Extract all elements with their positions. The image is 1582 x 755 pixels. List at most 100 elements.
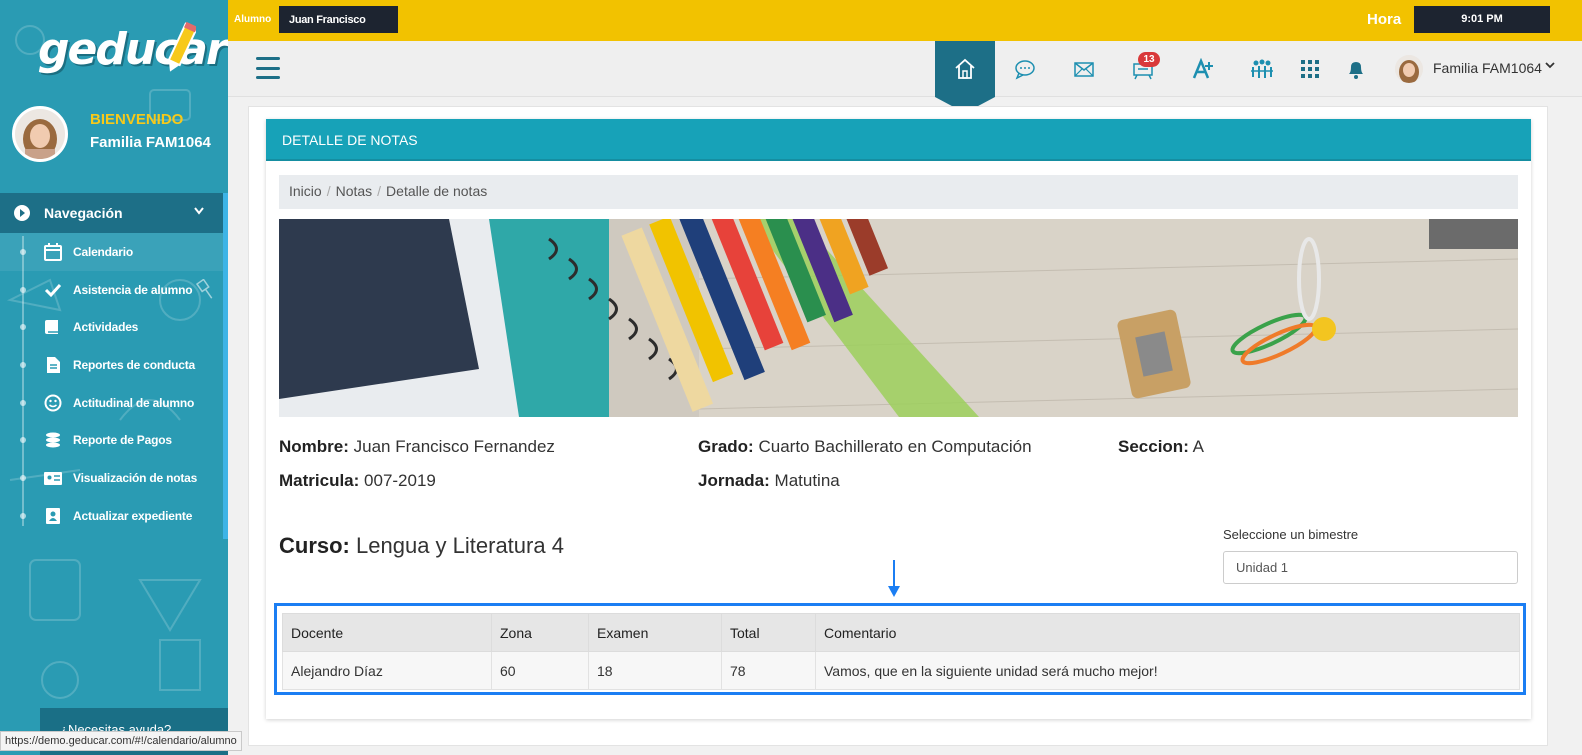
navigation-toggle[interactable]: Navegación	[0, 193, 223, 233]
address-book-icon	[44, 507, 62, 525]
nav-dot	[20, 361, 26, 368]
col-zona: Zona	[491, 613, 589, 652]
chevron-down-icon[interactable]	[1545, 60, 1555, 73]
cell-docente: Alejandro Díaz	[282, 651, 492, 690]
nav-dot	[20, 324, 26, 331]
cell-examen: 18	[588, 651, 722, 690]
header-bar: 13 Familia FAM1064	[228, 41, 1582, 113]
breadcrumb: Inicio / Notas / Detalle de notas	[279, 175, 1518, 209]
grade-a-plus-icon[interactable]	[1191, 57, 1215, 81]
sidebar-item-label: Calendario	[73, 244, 134, 259]
enrollment-value: 007-2019	[364, 471, 436, 490]
nav-list: Calendario Asistencia de alumno Activida…	[0, 233, 223, 535]
sidebar-item-label: Reportes de conducta	[73, 357, 196, 372]
sidebar-item-label: Asistencia de alumno	[73, 282, 193, 297]
browser-status-url: https://demo.geducar.com/#!/calendario/a…	[0, 731, 242, 751]
breadcrumb-current: Detalle de notas	[386, 183, 488, 199]
bell-icon[interactable]	[1344, 57, 1368, 81]
name-value: Juan Francisco Fernandez	[353, 437, 555, 456]
course-title: Curso: Lengua y Literatura 4	[279, 533, 564, 559]
sidebar-item-reporte-pagos[interactable]: Reporte de Pagos	[0, 421, 223, 459]
profile-avatar[interactable]	[12, 106, 68, 162]
section-value: A	[1192, 437, 1204, 456]
family-name: Familia FAM1064	[90, 134, 211, 151]
nav-dot	[20, 248, 26, 255]
sidebar-item-label: Actividades	[73, 320, 139, 335]
id-card-icon	[44, 469, 62, 487]
chevron-down-icon	[193, 204, 205, 219]
apps-grid-icon[interactable]	[1298, 57, 1322, 81]
geducar-logo[interactable]: geducar	[38, 14, 228, 90]
sidebar-item-calendario[interactable]: Calendario	[0, 233, 223, 271]
student-selector[interactable]: Juan Francisco	[279, 6, 398, 33]
table-header-row: Docente Zona Examen Total Comentario	[282, 613, 1520, 652]
student-label: Alumno	[234, 14, 272, 25]
grades-detail-panel: DETALLE DE NOTAS Inicio / Notas / Detalle de…	[266, 119, 1531, 719]
cell-zona: 60	[491, 651, 589, 690]
coins-icon	[44, 431, 62, 449]
user-menu-name[interactable]: Familia FAM1064	[1433, 60, 1542, 76]
sidebar-item-actitudinal[interactable]: Actitudinal de alumno	[0, 384, 223, 422]
chat-bubble-icon[interactable]	[1013, 57, 1037, 81]
col-total: Total	[721, 613, 816, 652]
hamburger-menu-icon[interactable]	[256, 57, 280, 79]
pencil-icon	[167, 21, 196, 72]
shift-label: Jornada:	[698, 471, 770, 490]
period-select[interactable]: Unidad 1	[1223, 551, 1518, 584]
col-comentario: Comentario	[815, 613, 1520, 652]
notification-badge: 13	[1138, 52, 1160, 67]
smile-icon	[44, 394, 62, 412]
annotation-arrow-head	[888, 586, 900, 597]
arrow-right-circle-icon	[14, 205, 30, 221]
sidebar-item-label: Visualización de notas	[73, 470, 198, 485]
section-label: Seccion:	[1118, 437, 1189, 456]
breadcrumb-notas[interactable]: Notas	[336, 183, 373, 199]
student-name-field: Nombre: Juan Francisco Fernandez	[279, 437, 555, 457]
nav-dot	[20, 512, 26, 519]
col-examen: Examen	[588, 613, 722, 652]
nav-dot	[20, 474, 26, 481]
section-field: Seccion: A	[1118, 437, 1204, 457]
shift-field: Jornada: Matutina	[698, 471, 840, 491]
sidebar-item-asistencia[interactable]: Asistencia de alumno	[0, 271, 223, 309]
table-highlight-frame: Docente Zona Examen Total Comentario Ale…	[274, 603, 1526, 695]
grade-value: Cuarto Bachillerato en Computación	[758, 437, 1032, 456]
sidebar-item-reportes-conducta[interactable]: Reportes de conducta	[0, 346, 223, 384]
navigation-title: Navegación	[44, 205, 123, 221]
nav-dot	[20, 286, 26, 293]
grades-table: Docente Zona Examen Total Comentario Ale…	[282, 613, 1520, 690]
period-select-label: Seleccione un bimestre	[1223, 527, 1359, 542]
user-avatar[interactable]	[1395, 55, 1423, 83]
col-docente: Docente	[282, 613, 492, 652]
nav-dot	[20, 437, 26, 444]
sidebar-item-label: Reporte de Pagos	[73, 433, 172, 448]
enrollment-field: Matricula: 007-2019	[279, 471, 436, 491]
avatar-image	[15, 109, 65, 159]
breadcrumb-inicio[interactable]: Inicio	[289, 183, 322, 199]
logo-text: geducar	[38, 24, 228, 75]
sidebar-item-actividades[interactable]: Actividades	[0, 308, 223, 346]
sidebar-item-label: Actualizar expediente	[73, 508, 193, 523]
sidebar-item-label: Actitudinal de alumno	[73, 395, 195, 410]
calendar-icon	[44, 242, 62, 261]
book-icon	[44, 318, 62, 336]
sidebar-item-actualizar-expediente[interactable]: Actualizar expediente	[0, 497, 223, 535]
mail-icon[interactable]	[1072, 57, 1096, 81]
name-label: Nombre:	[279, 437, 349, 456]
time-label: Hora	[1367, 11, 1402, 28]
grade-field: Grado: Cuarto Bachillerato en Computació…	[698, 437, 1032, 457]
top-status-bar: Alumno Juan Francisco Hora 9:01 PM	[228, 0, 1582, 41]
school-supplies-banner-image	[279, 219, 1518, 417]
course-label: Curso:	[279, 533, 350, 558]
sidebar-item-visualizacion-notas[interactable]: Visualización de notas	[0, 459, 223, 497]
shift-value: Matutina	[774, 471, 840, 490]
grade-label: Grado:	[698, 437, 754, 456]
home-button[interactable]	[935, 41, 995, 97]
students-group-icon[interactable]	[1250, 57, 1274, 81]
nav-dot	[20, 399, 26, 406]
pushpin-icon	[196, 278, 213, 299]
document-icon	[44, 356, 62, 374]
sidebar-scrollbar[interactable]	[223, 193, 228, 539]
welcome-text: BIENVENIDO	[90, 111, 184, 128]
cell-comentario: Vamos, que en la siguiente unidad será m…	[815, 651, 1520, 690]
